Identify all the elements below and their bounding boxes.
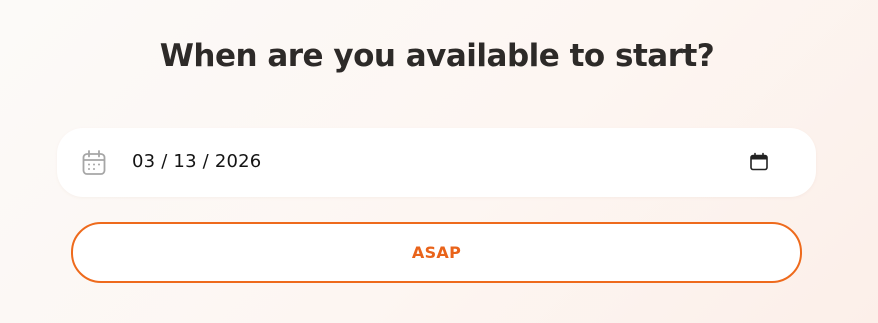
date-input-value[interactable]: 03 / 13 / 2026: [132, 151, 261, 173]
calendar-picker-icon[interactable]: [749, 152, 769, 172]
calendar-icon: [82, 150, 106, 175]
start-date-field[interactable]: 03 / 13 / 2026: [57, 128, 816, 197]
asap-button[interactable]: ASAP: [71, 222, 802, 283]
asap-button-label: ASAP: [411, 243, 462, 262]
question-title: When are you available to start?: [159, 38, 715, 74]
